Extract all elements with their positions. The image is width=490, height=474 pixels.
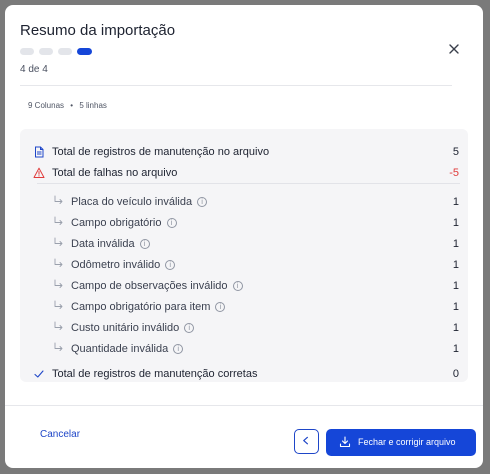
failure-row: Campo obrigatório para item i 1 [20, 298, 468, 318]
divider [20, 85, 452, 86]
info-icon[interactable]: i [166, 218, 177, 228]
row-label: Total de registros de manutenção no arqu… [52, 146, 270, 158]
failure-value: 1 [452, 196, 459, 208]
failure-row: Quantidade inválida i 1 [20, 340, 468, 360]
row-value: 5 [452, 146, 459, 158]
failure-row: Data inválida i 1 [20, 235, 468, 255]
step-3 [58, 48, 72, 55]
failure-label-text: Custo unitário inválido [71, 322, 180, 334]
warning-icon [33, 167, 45, 178]
row-value: 0 [452, 368, 459, 380]
summary-row-correct-records: Total de registros de manutenção correta… [20, 365, 468, 385]
sub-arrow-icon [54, 237, 63, 246]
failure-value: 1 [452, 217, 459, 229]
sub-arrow-icon [54, 258, 63, 267]
failure-label: Data inválida i [71, 238, 150, 250]
file-meta: 9 Colunas • 5 linhas [28, 101, 107, 110]
step-indicator [20, 48, 92, 55]
summary-row-total-records: Total de registros de manutenção no arqu… [20, 143, 468, 163]
failure-row: Placa do veículo inválida i 1 [20, 193, 468, 213]
info-icon[interactable]: i [165, 260, 176, 270]
failure-row: Campo obrigatório i 1 [20, 214, 468, 234]
info-icon[interactable]: i [184, 323, 195, 333]
failure-label: Custo unitário inválido i [71, 322, 195, 334]
failure-label: Campo obrigatório para item i [71, 301, 226, 313]
row-value: -5 [449, 167, 459, 179]
modal-title: Resumo da importação [20, 22, 176, 39]
failure-label-text: Campo de observações inválido [71, 280, 228, 292]
step-2 [39, 48, 53, 55]
sub-arrow-icon [54, 279, 63, 288]
close-icon[interactable] [446, 41, 462, 57]
failure-label-text: Campo obrigatório para item [71, 301, 211, 313]
check-icon [34, 370, 44, 378]
sub-arrow-icon [54, 342, 63, 351]
info-icon[interactable]: i [215, 302, 226, 312]
columns-count: 9 Colunas [28, 101, 65, 110]
sub-arrow-icon [54, 300, 63, 309]
document-icon [35, 146, 44, 158]
summary-row-total-failures: Total de falhas no arquivo -5 [20, 164, 468, 184]
failure-label-text: Campo obrigatório [71, 217, 162, 229]
failure-value: 1 [452, 301, 459, 313]
rows-count: 5 linhas [79, 101, 107, 110]
failure-label-text: Quantidade inválida [71, 343, 169, 355]
meta-separator: • [70, 101, 74, 110]
failure-row: Campo de observações inválido i 1 [20, 277, 468, 297]
failure-label: Placa do veículo inválida i [71, 196, 208, 208]
failure-value: 1 [452, 343, 459, 355]
failure-label: Campo obrigatório i [71, 217, 177, 229]
failure-value: 1 [452, 322, 459, 334]
failure-label-text: Data inválida [71, 238, 135, 250]
failure-value: 1 [452, 280, 459, 292]
summary-panel: Total de registros de manutenção no arqu… [20, 129, 468, 382]
sub-arrow-icon [54, 195, 63, 204]
info-icon[interactable]: i [173, 344, 184, 354]
panel-divider [37, 183, 460, 184]
download-icon [339, 436, 351, 448]
sub-arrow-icon [54, 216, 63, 225]
step-count: 4 de 4 [20, 64, 48, 75]
failure-label: Quantidade inválida i [71, 343, 184, 355]
row-label: Total de registros de manutenção correta… [52, 368, 258, 380]
info-icon[interactable]: i [197, 197, 208, 207]
import-summary-modal: Resumo da importação 4 de 4 9 Colunas • … [5, 5, 483, 468]
failure-label: Odômetro inválido i [71, 259, 176, 271]
chevron-left-icon [303, 436, 309, 445]
failure-label: Campo de observações inválido i [71, 280, 243, 292]
failure-row: Custo unitário inválido i 1 [20, 319, 468, 339]
cancel-button[interactable]: Cancelar [40, 429, 80, 440]
sub-arrow-icon [54, 321, 63, 330]
failure-row: Odômetro inválido i 1 [20, 256, 468, 276]
step-4-active [77, 48, 92, 55]
info-icon[interactable]: i [232, 281, 243, 291]
failure-label-text: Placa do veículo inválida [71, 196, 193, 208]
failure-value: 1 [452, 238, 459, 250]
failure-value: 1 [452, 259, 459, 271]
failure-label-text: Odômetro inválido [71, 259, 161, 271]
row-label: Total de falhas no arquivo [52, 167, 178, 179]
step-1 [20, 48, 34, 55]
primary-button-label: Fechar e corrigir arquivo [358, 437, 456, 447]
back-button[interactable] [294, 429, 319, 454]
footer-divider [5, 405, 483, 406]
close-and-fix-file-button[interactable]: Fechar e corrigir arquivo [326, 429, 476, 456]
info-icon[interactable]: i [139, 239, 150, 249]
